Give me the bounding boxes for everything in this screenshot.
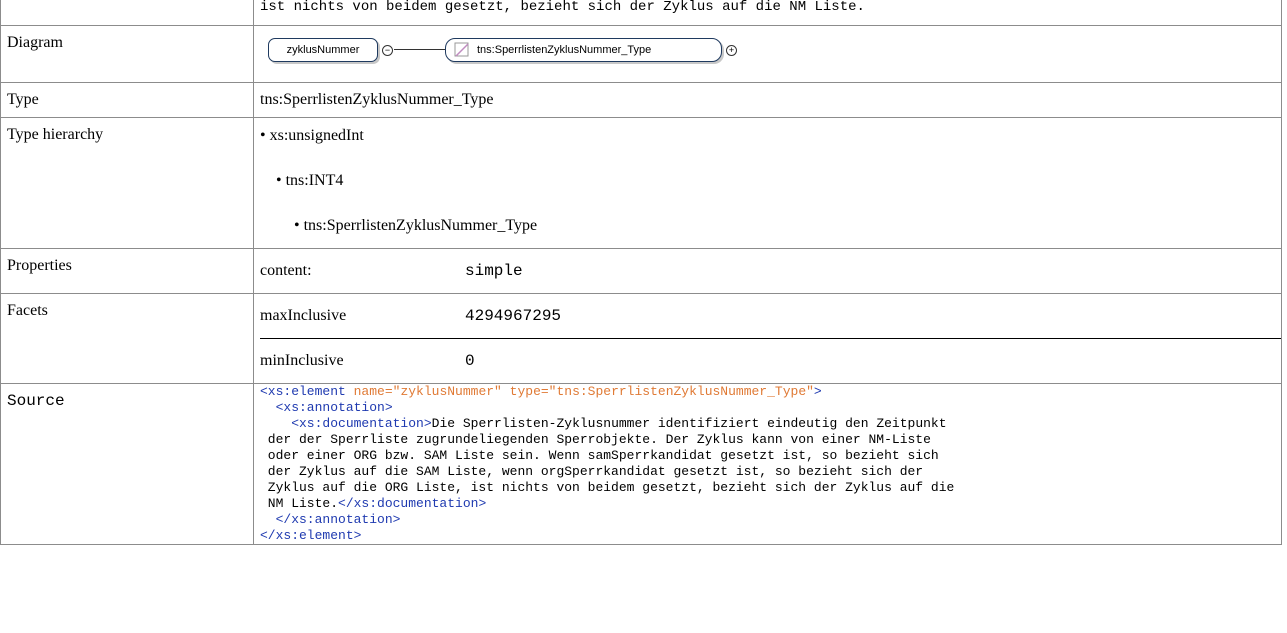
documentation-table: ist nichts von beidem gesetzt, bezieht s… — [0, 0, 1282, 545]
type-value: tns:SperrlistenZyklusNummer_Type — [253, 82, 1282, 118]
facet-key: minInclusive — [260, 352, 344, 369]
facet-value: 4294967295 — [465, 294, 1281, 339]
diagram-label: Diagram — [0, 25, 254, 83]
continuation-text: ist nichts von beidem gesetzt, bezieht s… — [253, 0, 1282, 26]
source-code: <xs:element name="zyklusNummer" type="tn… — [253, 383, 1282, 545]
source-row: Source <xs:element name="zyklusNummer" t… — [0, 383, 1282, 545]
hierarchy-list: • xs:unsignedInt • tns:INT4 • tns:Sperrl… — [260, 118, 1281, 248]
connector-line — [394, 49, 446, 50]
hierarchy-row: Type hierarchy • xs:unsignedInt • tns:IN… — [0, 117, 1282, 249]
element-name: zyklusNummer — [286, 44, 360, 56]
facet-row: maxInclusive 4294967295 — [260, 294, 1281, 339]
property-value: simple — [465, 262, 523, 280]
facets-table: maxInclusive 4294967295 minInclusive 0 — [260, 294, 1281, 383]
hierarchy-item: • tns:INT4 — [276, 172, 344, 189]
schema-diagram: zyklusNummer − tns:SperrlistenZyklusNumm… — [260, 26, 1281, 66]
property-key: content: — [260, 262, 312, 279]
facet-key: maxInclusive — [260, 294, 465, 339]
properties-label: Properties — [0, 248, 254, 294]
source-label: Source — [0, 383, 254, 545]
type-label: Type — [0, 82, 254, 118]
type-row: Type tns:SperrlistenZyklusNummer_Type — [0, 82, 1282, 118]
hierarchy-item: • tns:SperrlistenZyklusNummer_Type — [294, 217, 538, 234]
diagram-row: Diagram zyklusNummer − tns:SperrlistenZy… — [0, 25, 1282, 83]
expand-circle-icon[interactable]: + — [726, 45, 737, 56]
collapse-circle-icon[interactable]: − — [382, 45, 393, 56]
simple-type-icon — [454, 42, 469, 57]
facets-label: Facets — [0, 293, 254, 384]
continuation-row: ist nichts von beidem gesetzt, bezieht s… — [0, 0, 1282, 26]
element-node[interactable]: zyklusNummer — [268, 38, 378, 62]
hierarchy-label: Type hierarchy — [0, 117, 254, 249]
type-name: tns:SperrlistenZyklusNummer_Type — [477, 44, 652, 56]
type-node[interactable]: tns:SperrlistenZyklusNummer_Type — [445, 38, 722, 62]
facet-row: minInclusive 0 — [260, 339, 1281, 384]
hierarchy-item: • xs:unsignedInt — [260, 127, 364, 144]
properties-row: Properties content: simple — [0, 248, 1282, 294]
facets-row: Facets maxInclusive 4294967295 minInclus… — [0, 293, 1282, 384]
facet-value: 0 — [465, 352, 475, 370]
